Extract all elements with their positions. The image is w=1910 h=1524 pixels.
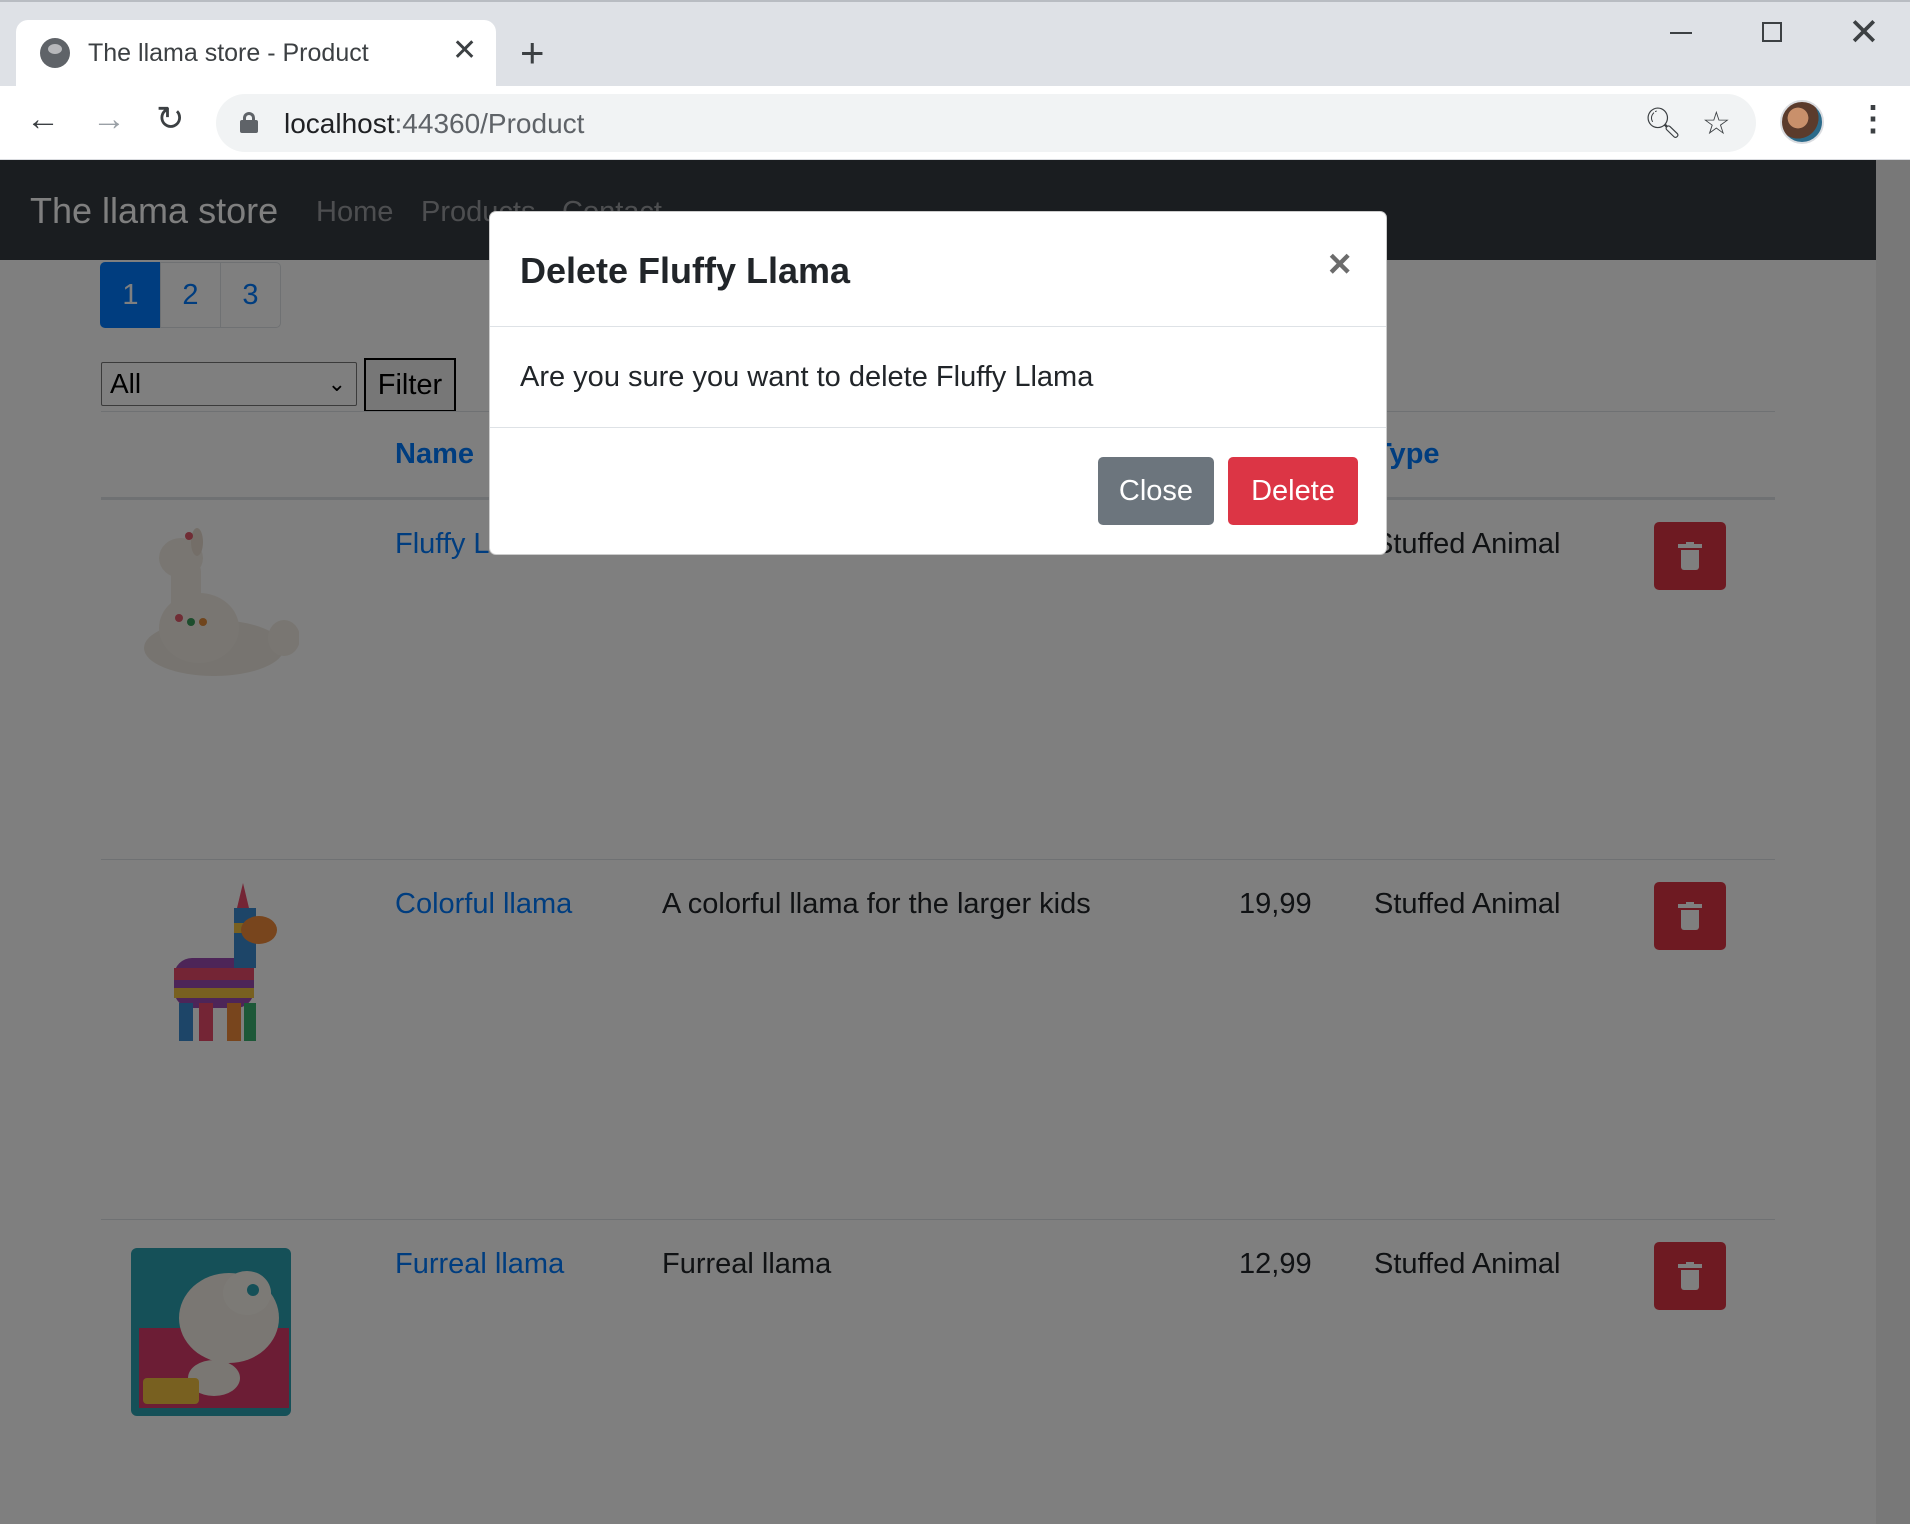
modal-header: Delete Fluffy Llama × <box>490 212 1386 327</box>
tab-close-icon[interactable]: ✕ <box>452 36 477 66</box>
new-tab-icon[interactable]: + <box>520 32 545 74</box>
modal-title: Delete Fluffy Llama <box>520 250 851 291</box>
lock-icon <box>240 112 258 133</box>
browser-menu-icon[interactable]: ⋮ <box>1856 102 1890 136</box>
forward-arrow-icon[interactable]: → <box>92 102 126 136</box>
modal-body: Are you sure you want to delete Fluffy L… <box>490 327 1386 428</box>
back-arrow-icon[interactable]: ← <box>26 102 60 136</box>
url-text[interactable]: localhost:44360/Product <box>284 108 584 140</box>
browser-tabstrip: The llama store - Product ✕ + ✕ <box>0 0 1910 88</box>
address-bar[interactable]: localhost:44360/Product 🔍︎ ☆ <box>216 94 1756 152</box>
profile-avatar[interactable] <box>1780 100 1824 144</box>
browser-tab[interactable]: The llama store - Product ✕ <box>16 20 496 88</box>
close-button[interactable]: Close <box>1098 457 1214 525</box>
maximize-icon[interactable] <box>1762 22 1782 42</box>
reload-icon[interactable]: ↻ <box>156 102 185 136</box>
close-icon[interactable]: × <box>1328 244 1351 284</box>
modal-message: Are you sure you want to delete Fluffy L… <box>520 361 1094 393</box>
tab-title: The llama store - Product <box>88 39 369 67</box>
globe-icon <box>40 38 70 68</box>
browser-toolbar: ← → ↻ localhost:44360/Product 🔍︎ ☆ ⋮ <box>0 86 1910 160</box>
bookmark-star-icon[interactable]: ☆ <box>1702 104 1731 142</box>
confirm-delete-button[interactable]: Delete <box>1228 457 1358 525</box>
minimize-icon[interactable] <box>1670 32 1692 34</box>
delete-modal: Delete Fluffy Llama × Are you sure you w… <box>489 211 1387 555</box>
window-close-icon[interactable]: ✕ <box>1848 14 1880 52</box>
zoom-icon[interactable]: 🔍︎ <box>1644 106 1682 141</box>
